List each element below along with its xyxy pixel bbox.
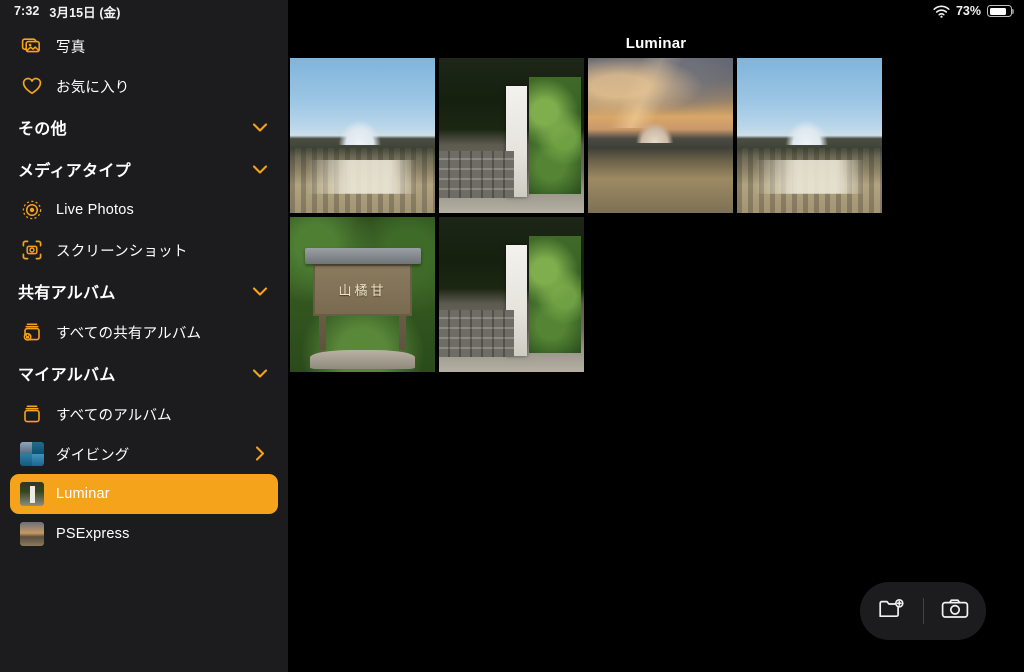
- photo-artwork: [588, 58, 733, 213]
- sign-base: [310, 350, 415, 369]
- sidebar-item-psexpress[interactable]: PSExpress: [10, 514, 278, 554]
- album-thumbnail: [18, 482, 46, 506]
- sidebar-item-label: Luminar: [56, 486, 110, 502]
- chevron-down-icon[interactable]: [250, 117, 270, 137]
- main-content: Luminar 山橘甘: [288, 0, 1024, 672]
- camera-icon: [941, 598, 969, 625]
- new-album-button[interactable]: [860, 582, 923, 640]
- sidebar: 写真お気に入りその他メディアタイプ Live Photos スクリーンショット共有ア…: [0, 0, 288, 672]
- sidebar-item-photos[interactable]: 写真: [10, 26, 278, 66]
- photo-mount-fuji-daylight-town[interactable]: [290, 58, 435, 213]
- sign-roof: [304, 248, 421, 264]
- shared-album-icon: [18, 321, 46, 343]
- sidebar-list: 写真お気に入りその他メディアタイプ Live Photos スクリーンショット共有ア…: [0, 22, 288, 554]
- stone-wall: [439, 151, 515, 198]
- album-thumbnail: [18, 442, 46, 466]
- sidebar-section-my-albums[interactable]: マイアルバム: [10, 352, 278, 394]
- sidebar-section-label: メディアタイプ: [18, 163, 131, 180]
- album-thumbnail: [20, 442, 44, 466]
- photos-app-window: 写真お気に入りその他メディアタイプ Live Photos スクリーンショット共有ア…: [0, 0, 1024, 672]
- sidebar-item-label: Live Photos: [56, 202, 134, 218]
- sidebar-item-screenshots[interactable]: スクリーンショット: [10, 230, 278, 270]
- sidebar-section-shared-albums[interactable]: 共有アルバム: [10, 270, 278, 312]
- sidebar-item-luminar[interactable]: Luminar: [10, 474, 278, 514]
- album-thumbnail: [20, 522, 44, 546]
- stone-wall: [439, 310, 515, 357]
- photo-stone-monument-garden-2[interactable]: [439, 217, 584, 372]
- photo-artwork: [439, 58, 584, 213]
- sidebar-section-other[interactable]: その他: [10, 106, 278, 148]
- sidebar-item-label: ダイビング: [56, 447, 130, 464]
- photo-artwork: [737, 58, 882, 213]
- album-icon: [18, 403, 46, 425]
- floating-action-bar: [860, 582, 986, 640]
- screenshot-icon: [18, 239, 46, 261]
- sidebar-item-label: すべてのアルバム: [56, 407, 172, 424]
- camera-button[interactable]: [924, 582, 987, 640]
- sidebar-item-live-photos[interactable]: Live Photos: [10, 190, 278, 230]
- sidebar-item-all-shared-albums[interactable]: すべての共有アルバム: [10, 312, 278, 352]
- photo-mount-fuji-blue-sky-town[interactable]: [737, 58, 882, 213]
- photos-icon: [18, 35, 46, 57]
- sidebar-section-label: その他: [18, 121, 67, 138]
- photo-artwork: [439, 217, 584, 372]
- photo-wooden-shrine-sign[interactable]: 山橘甘: [290, 217, 435, 372]
- chevron-right-icon[interactable]: [250, 444, 270, 464]
- sidebar-section-label: 共有アルバム: [18, 285, 116, 302]
- sidebar-item-label: お気に入り: [56, 79, 130, 96]
- sidebar-item-label: PSExpress: [56, 526, 130, 542]
- photo-artwork: [290, 58, 435, 213]
- chevron-down-icon[interactable]: [250, 363, 270, 383]
- chevron-down-icon[interactable]: [250, 159, 270, 179]
- sidebar-item-label: すべての共有アルバム: [56, 325, 202, 342]
- live-photos-icon: [18, 199, 46, 221]
- album-thumbnail: [20, 482, 44, 506]
- shrine-sign-text: 山橘甘: [313, 263, 412, 317]
- sidebar-item-favorites[interactable]: お気に入り: [10, 66, 278, 106]
- sidebar-item-label: スクリーンショット: [56, 243, 188, 260]
- photo-grid: 山橘甘: [290, 58, 1024, 672]
- photo-stone-monument-garden[interactable]: [439, 58, 584, 213]
- photo-mount-fuji-sunset-clouds[interactable]: [588, 58, 733, 213]
- sidebar-item-label: 写真: [56, 39, 86, 56]
- sidebar-section-media-types[interactable]: メディアタイプ: [10, 148, 278, 190]
- sidebar-section-label: マイアルバム: [18, 367, 116, 384]
- photo-artwork: 山橘甘: [290, 217, 435, 372]
- folder-plus-icon: [878, 598, 904, 625]
- sidebar-item-diving[interactable]: ダイビング: [10, 434, 278, 474]
- chevron-down-icon[interactable]: [250, 281, 270, 301]
- heart-icon: [18, 75, 46, 97]
- sidebar-item-all-albums[interactable]: すべてのアルバム: [10, 394, 278, 434]
- album-thumbnail: [18, 522, 46, 546]
